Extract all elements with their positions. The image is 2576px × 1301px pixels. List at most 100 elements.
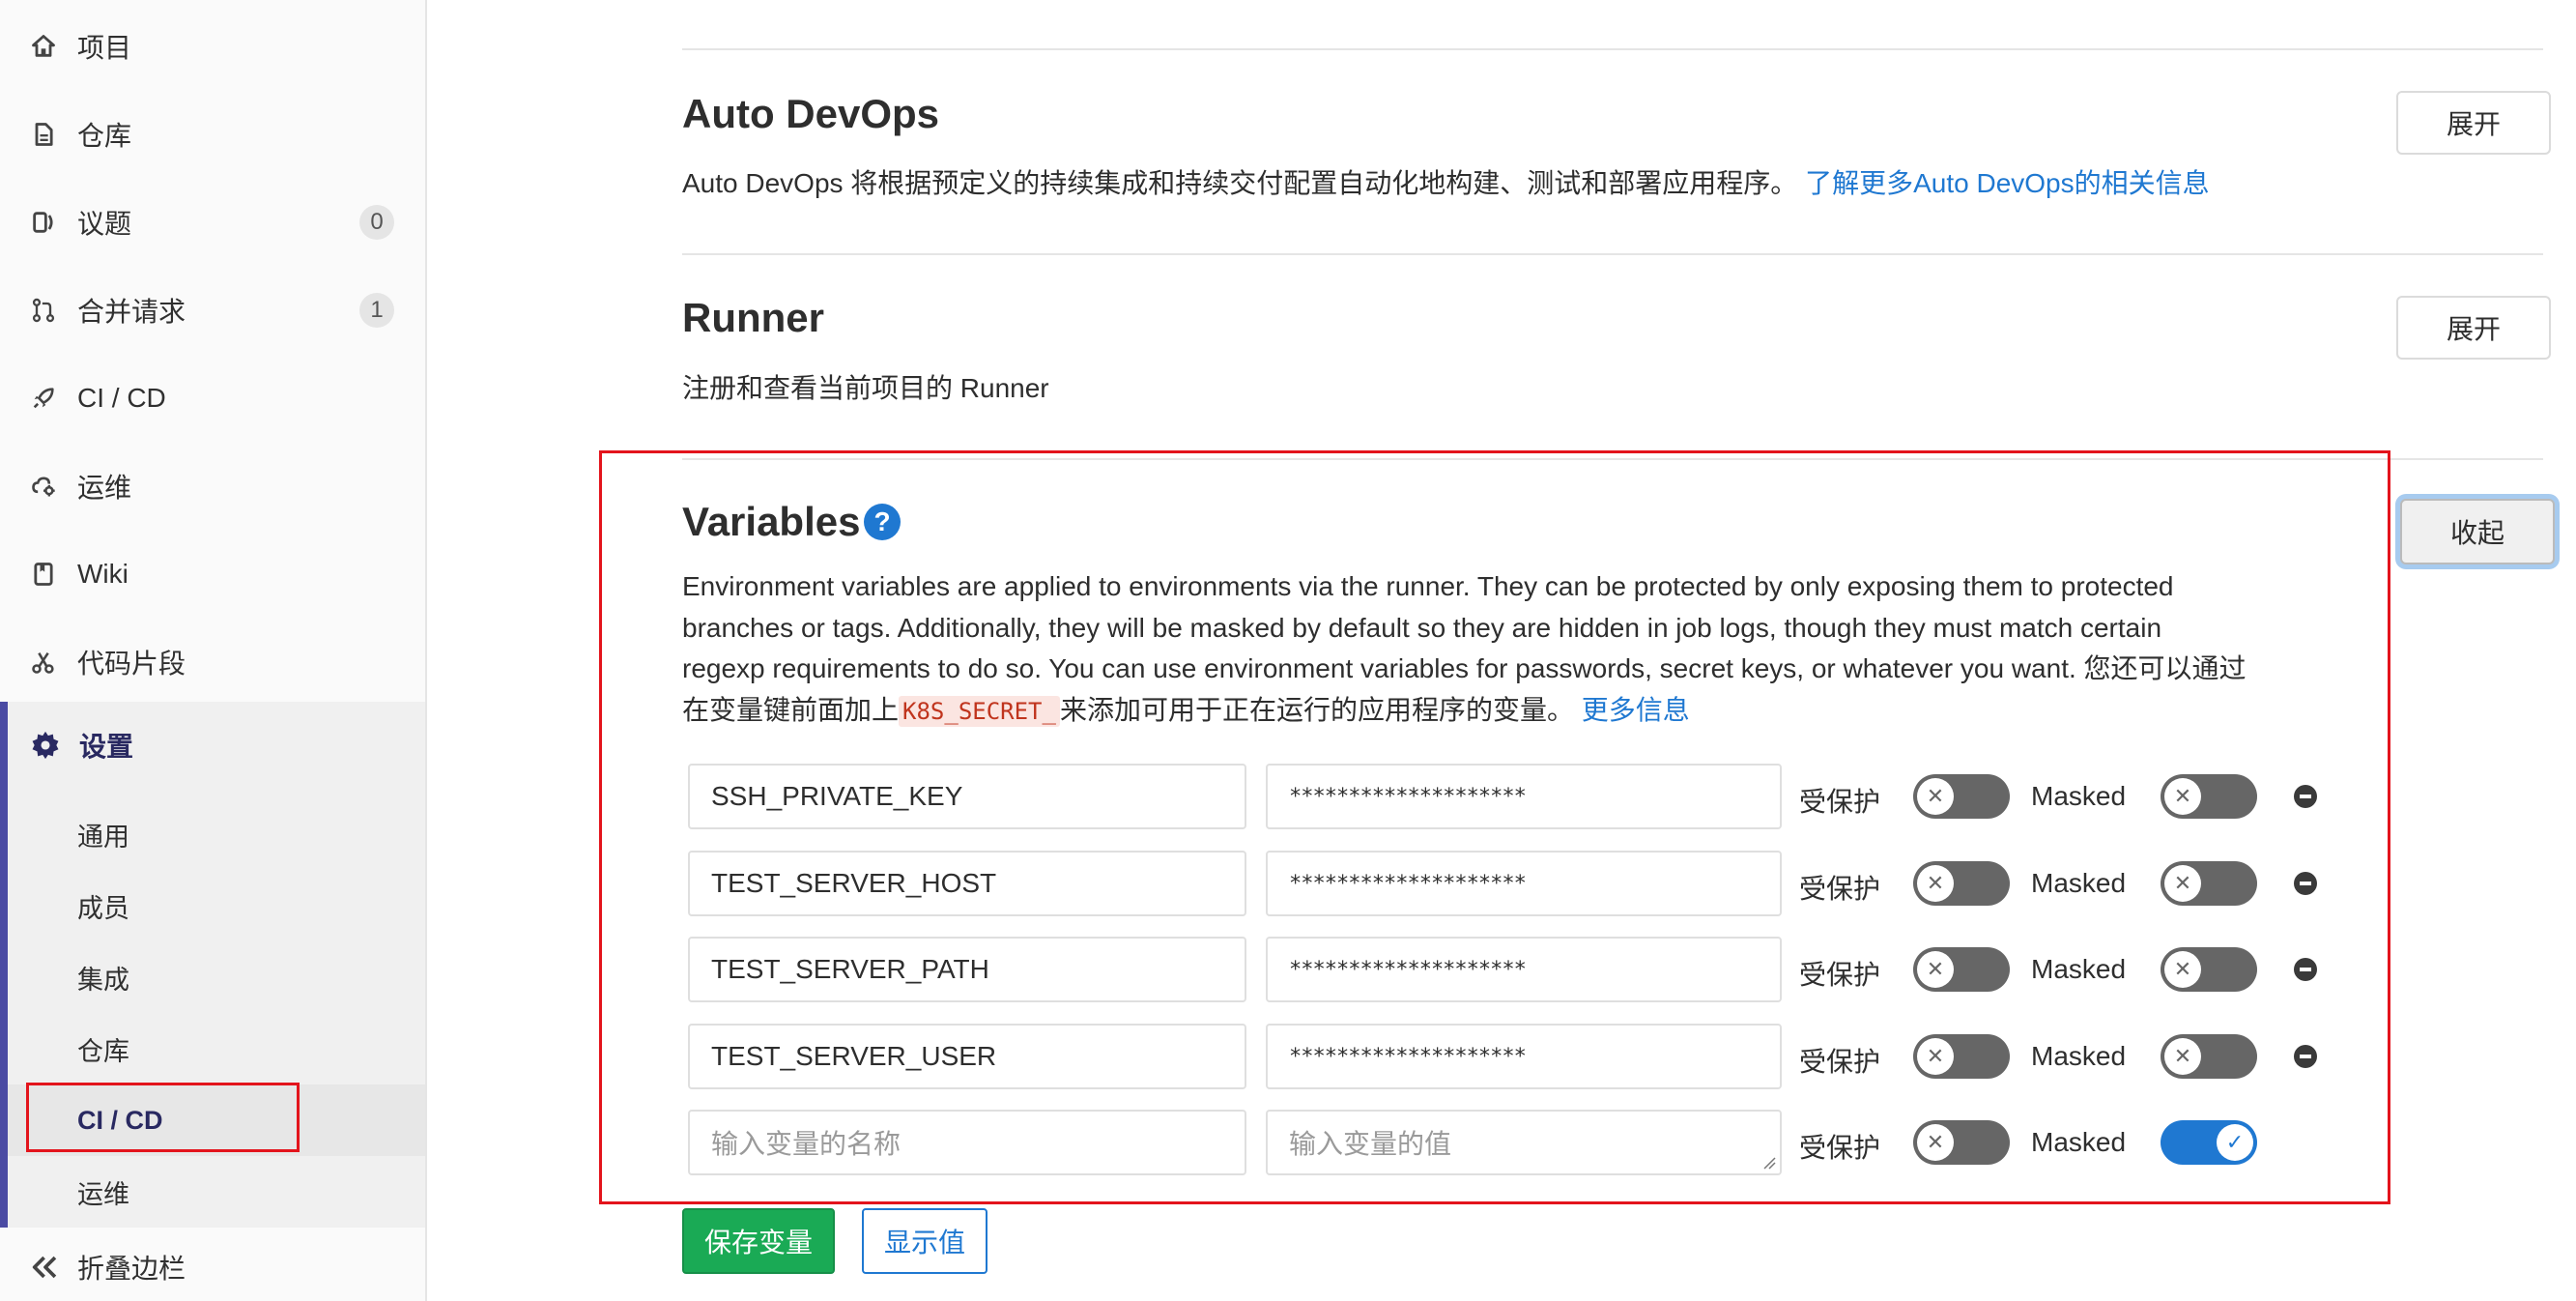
variable-key-input[interactable]: SSH_PRIVATE_KEY: [688, 764, 1246, 829]
protected-label: 受保护: [1799, 1133, 1881, 1163]
variables-desc-line: Environment variables are applied to env…: [682, 571, 2174, 601]
more-info-link[interactable]: 更多信息: [1582, 695, 1690, 725]
x-icon: ✕: [1917, 1038, 1954, 1075]
sidebar-subitem-general[interactable]: 通用: [8, 798, 425, 870]
x-icon: ✕: [2164, 951, 2201, 988]
runner-expand-button[interactable]: 展开: [2396, 296, 2551, 360]
sidebar-item-operations[interactable]: 运维: [0, 443, 425, 530]
variables-collapse-button[interactable]: 收起: [2400, 499, 2555, 564]
sidebar-item-project[interactable]: 项目: [0, 3, 425, 90]
book-icon: [27, 558, 60, 591]
protected-toggle[interactable]: ✕: [1913, 1034, 2010, 1079]
x-icon: ✕: [1917, 1124, 1954, 1161]
issues-count-badge: 0: [359, 205, 394, 240]
masked-label: Masked: [2031, 954, 2127, 984]
variable-key-input[interactable]: TEST_SERVER_HOST: [688, 851, 1246, 916]
auto-devops-expand-button[interactable]: 展开: [2396, 91, 2551, 155]
sidebar-item-label: 仓库: [77, 121, 132, 151]
variables-title: Variables: [682, 499, 861, 544]
sidebar-item-merge-requests[interactable]: 合并请求 1: [0, 267, 425, 354]
sidebar-item-wiki[interactable]: Wiki: [0, 531, 425, 618]
gear-icon: [29, 729, 62, 762]
variables-description: Environment variables are applied to env…: [682, 566, 2315, 732]
issues-icon: [27, 206, 60, 239]
sidebar-item-label: 项目: [77, 33, 132, 63]
help-icon[interactable]: ?: [864, 504, 901, 540]
merge-request-icon: [27, 294, 60, 327]
sidebar-item-label: 代码片段: [77, 649, 186, 679]
merge-requests-count-badge: 1: [359, 293, 394, 328]
rocket-icon: [27, 382, 60, 415]
k8s-secret-code: K8S_SECRET_: [899, 695, 1060, 727]
auto-devops-learn-more-link[interactable]: 了解更多Auto DevOps的相关信息: [1805, 168, 2210, 198]
variables-desc-line: branches or tags. Additionally, they wil…: [682, 612, 2162, 643]
remove-variable-icon[interactable]: [2294, 785, 2317, 808]
settings-label: 设置: [79, 732, 134, 762]
resize-grip-icon[interactable]: [1762, 1156, 1776, 1170]
auto-devops-title: Auto DevOps: [682, 91, 940, 136]
masked-toggle[interactable]: ✓: [2161, 1120, 2257, 1165]
protected-label: 受保护: [1799, 787, 1881, 817]
variables-desc-line: regexp requirements to do so. You can us…: [682, 653, 2247, 683]
variable-value-input[interactable]: ********************: [1266, 764, 1782, 829]
new-variable-value-textarea[interactable]: 输入变量的值: [1266, 1110, 1782, 1175]
x-icon: ✕: [2164, 865, 2201, 902]
protected-toggle[interactable]: ✕: [1913, 947, 2010, 992]
x-icon: ✕: [1917, 951, 1954, 988]
cloud-gear-icon: [27, 470, 60, 503]
sidebar-subitem-operations[interactable]: 运维: [8, 1156, 425, 1228]
sidebar-subitem-repository[interactable]: 仓库: [8, 1013, 425, 1084]
masked-toggle[interactable]: ✕: [2161, 861, 2257, 906]
value-placeholder: 输入变量的值: [1289, 1129, 1452, 1159]
sidebar-item-label: Wiki: [77, 559, 129, 589]
protected-label: 受保护: [1799, 874, 1881, 904]
variables-desc-text: 来添加可用于正在运行的应用程序的变量。: [1059, 694, 1574, 725]
protected-label: 受保护: [1799, 1047, 1881, 1077]
variable-key-input[interactable]: TEST_SERVER_PATH: [688, 937, 1246, 1002]
masked-toggle[interactable]: ✕: [2161, 774, 2257, 819]
masked-label: Masked: [2031, 781, 2127, 811]
sidebar-item-snippets[interactable]: 代码片段: [0, 619, 425, 706]
new-variable-key-input[interactable]: 输入变量的名称: [688, 1110, 1246, 1175]
variable-value-input[interactable]: ********************: [1266, 1024, 1782, 1089]
variable-value-input[interactable]: ********************: [1266, 937, 1782, 1002]
divider: [682, 253, 2543, 255]
save-variables-button[interactable]: 保存变量: [682, 1208, 835, 1274]
highlight-box-ci-cd: [26, 1083, 300, 1152]
remove-variable-icon[interactable]: [2294, 872, 2317, 895]
variables-desc-text: 在变量键前面加上: [682, 694, 900, 725]
sidebar-item-label: CI / CD: [77, 383, 166, 413]
home-icon: [27, 30, 60, 63]
sidebar-subitem-members[interactable]: 成员: [8, 870, 425, 941]
sidebar-item-label: 运维: [77, 473, 132, 503]
variable-key-input[interactable]: TEST_SERVER_USER: [688, 1024, 1246, 1089]
scissors-icon: [27, 646, 60, 679]
sidebar-item-issues[interactable]: 议题 0: [0, 179, 425, 266]
sidebar-item-ci-cd[interactable]: CI / CD: [0, 355, 425, 442]
protected-toggle[interactable]: ✕: [1913, 774, 2010, 819]
remove-variable-icon[interactable]: [2294, 1045, 2317, 1068]
sidebar-item-label: 议题: [77, 209, 132, 239]
sidebar-item-repository[interactable]: 仓库: [0, 91, 425, 178]
remove-variable-icon[interactable]: [2294, 958, 2317, 981]
check-icon: ✓: [2217, 1124, 2253, 1161]
sidebar-item-settings[interactable]: 设置: [8, 702, 425, 789]
masked-label: Masked: [2031, 1041, 2127, 1071]
reveal-values-button[interactable]: 显示值: [862, 1208, 987, 1274]
document-icon: [27, 118, 60, 151]
double-chevron-left-icon: [29, 1251, 62, 1284]
auto-devops-description: Auto DevOps 将根据预定义的持续集成和持续交付配置自动化地构建、测试和…: [682, 162, 2210, 201]
variable-value-input[interactable]: ********************: [1266, 851, 1782, 916]
sidebar-subitem-integrations[interactable]: 集成: [8, 941, 425, 1013]
protected-toggle[interactable]: ✕: [1913, 1120, 2010, 1165]
x-icon: ✕: [1917, 778, 1954, 815]
x-icon: ✕: [1917, 865, 1954, 902]
divider: [682, 48, 2543, 50]
masked-toggle[interactable]: ✕: [2161, 947, 2257, 992]
collapse-sidebar-label: 折叠边栏: [77, 1254, 186, 1284]
masked-toggle[interactable]: ✕: [2161, 1034, 2257, 1079]
protected-toggle[interactable]: ✕: [1913, 861, 2010, 906]
x-icon: ✕: [2164, 778, 2201, 815]
collapse-sidebar-button[interactable]: 折叠边栏: [0, 1233, 425, 1301]
variables-desc-line: 在变量键前面加上 K8S_SECRET_ 来添加可用于正在运行的应用程序的变量。 更…: [682, 690, 2315, 733]
